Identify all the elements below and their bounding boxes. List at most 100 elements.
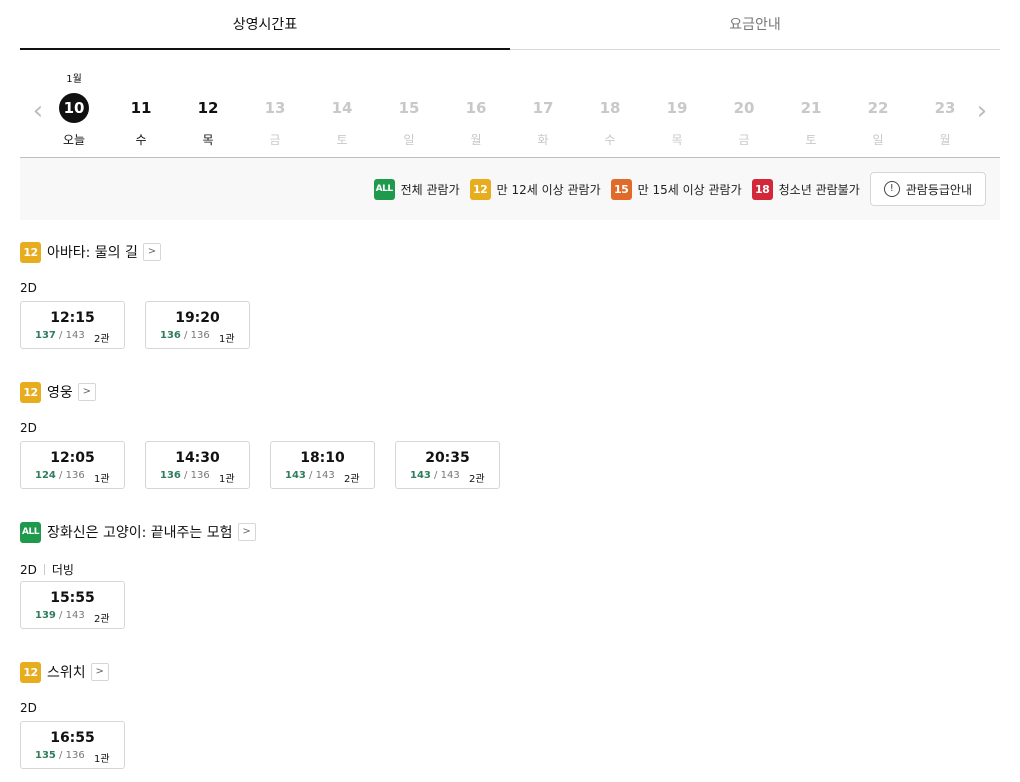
date-number: 14 — [331, 99, 353, 117]
movie-title[interactable]: 영웅 — [47, 382, 73, 402]
weekday-label: 화 — [537, 133, 549, 147]
showtime-button[interactable]: 12:05 124 / 136 1관 — [20, 441, 125, 489]
seat-separator: / — [180, 470, 191, 481]
format-label: 2D — [20, 421, 37, 435]
seat-separator: / — [430, 470, 441, 481]
date-number: 18 — [599, 99, 621, 117]
date-number: 17 — [532, 99, 554, 117]
total-seats: 136 — [190, 470, 210, 481]
rating-12-icon: 12 — [20, 241, 41, 263]
showtime-button[interactable]: 20:35 143 / 143 2관 — [395, 441, 500, 489]
weekday-label: 목 — [671, 133, 683, 147]
seat-separator: / — [55, 330, 66, 341]
movie-section: 12 아바타: 물의 길 >2D 12:15 137 / 143 2관 19:20 136 /… — [20, 241, 1000, 349]
chevron-right-icon[interactable]: > — [142, 243, 161, 261]
screen-format: 2D — [20, 701, 37, 715]
total-seats: 143 — [440, 470, 460, 481]
format-label: 2D — [20, 701, 37, 715]
movie-section: 12 스위치 >2D 16:55 135 / 136 1관 — [20, 661, 1000, 769]
rating-legend-item: ALL 전체 관람가 — [373, 178, 460, 200]
rating-legend: ALL 전체 관람가 12 만 12세 이상 관람가 15 만 15세 이상 관람가 18 청… — [373, 172, 986, 206]
rating-legend-item: 18 청소년 관람불가 — [751, 178, 860, 200]
showtime-button[interactable]: 18:10 143 / 143 2관 — [270, 441, 375, 489]
tab-pricing[interactable]: 요금안내 — [510, 0, 1000, 49]
rating-legend-label: 전체 관람가 — [400, 182, 460, 197]
seat-count: 124 / 136 — [35, 470, 85, 481]
seat-count: 143 / 143 — [285, 470, 335, 481]
movie-title[interactable]: 스위치 — [47, 662, 86, 682]
sub-format-label: 더빙 — [51, 563, 74, 577]
date-item-10[interactable]: 1월 10 오늘 — [44, 62, 104, 158]
weekday-label: 오늘 — [62, 133, 86, 147]
weekday-label: 수 — [135, 133, 147, 147]
weekday-label: 토 — [336, 133, 348, 147]
seat-count: 136 / 136 — [160, 470, 210, 481]
hall-label: 1관 — [219, 474, 235, 485]
date-item-14: 14 토 — [312, 62, 372, 158]
weekday-label: 목 — [202, 133, 214, 147]
format-divider — [43, 564, 45, 575]
date-item-12[interactable]: 12 목 — [178, 62, 238, 158]
hall-label: 2관 — [344, 474, 360, 485]
showtime-button[interactable]: 16:55 135 / 136 1관 — [20, 721, 125, 769]
seat-count: 137 / 143 — [35, 330, 85, 341]
movie-title-row: 12 영웅 > — [20, 381, 1000, 403]
showtime-button[interactable]: 15:55 139 / 143 2관 — [20, 581, 125, 629]
showtime-time: 12:15 — [50, 310, 95, 326]
date-item-21: 21 토 — [781, 62, 841, 158]
weekday-label: 월 — [470, 133, 482, 147]
date-number: 16 — [465, 99, 487, 117]
seat-separator: / — [55, 610, 66, 621]
date-selector: ‹ 1월 10 오늘 11 수 12 목 13 금 14 토 15 일 16 월 17 화 18 수 19 목 20 금 21… — [20, 62, 1000, 158]
movie-section: 12 영웅 >2D 12:05 124 / 136 1관 14:30 136 / 136 1관 1… — [20, 381, 1000, 489]
rating-legend-label: 만 12세 이상 관람가 — [496, 182, 601, 197]
date-item-16: 16 월 — [446, 62, 506, 158]
showtime-button[interactable]: 14:30 136 / 136 1관 — [145, 441, 250, 489]
date-number: 15 — [398, 99, 420, 117]
hall-label: 2관 — [469, 474, 485, 485]
date-item-20: 20 금 — [714, 62, 774, 158]
movie-title-row: ALL 장화신은 고양이: 끝내주는 모험 > — [20, 521, 1000, 543]
month-label: 1월 — [66, 74, 82, 85]
format-label: 2D — [20, 562, 37, 577]
weekday-label: 금 — [269, 133, 281, 147]
movie-title-row: 12 아바타: 물의 길 > — [20, 241, 1000, 263]
hall-label: 2관 — [94, 334, 110, 345]
date-number: 12 — [197, 99, 219, 117]
remaining-seats: 143 — [285, 470, 306, 481]
rating-legend-label: 만 15세 이상 관람가 — [637, 182, 742, 197]
rating-legend-item: 12 만 12세 이상 관람가 — [469, 178, 601, 200]
date-item-17: 17 화 — [513, 62, 573, 158]
seat-separator: / — [180, 330, 191, 341]
rating-12-icon: 12 — [20, 381, 41, 403]
rating-legend-item: 15 만 15세 이상 관람가 — [610, 178, 742, 200]
showtime-time: 18:10 — [300, 450, 345, 466]
format-label: 2D — [20, 281, 37, 295]
chevron-right-icon[interactable]: > — [90, 663, 109, 681]
seat-count: 139 / 143 — [35, 610, 85, 621]
rating-guide-button[interactable]: ! 관람등급안내 — [869, 172, 986, 206]
date-item-19: 19 목 — [647, 62, 707, 158]
chevron-right-icon[interactable]: › — [970, 96, 994, 126]
showtime-time: 14:30 — [175, 450, 220, 466]
showtime-list: 12:15 137 / 143 2관 19:20 136 / 136 1관 — [20, 301, 270, 349]
showtime-time: 16:55 — [50, 730, 95, 746]
rating-legend-bar: ALL 전체 관람가 12 만 12세 이상 관람가 15 만 15세 이상 관람가 18 청… — [20, 158, 1000, 220]
weekday-label: 토 — [805, 133, 817, 147]
showtime-button[interactable]: 12:15 137 / 143 2관 — [20, 301, 125, 349]
screen-format: 2D 더빙 — [20, 561, 74, 578]
showtime-button[interactable]: 19:20 136 / 136 1관 — [145, 301, 250, 349]
date-item-11[interactable]: 11 수 — [111, 62, 171, 158]
date-number: 21 — [800, 99, 822, 117]
chevron-right-icon[interactable]: > — [77, 383, 96, 401]
weekday-label: 금 — [738, 133, 750, 147]
movie-title[interactable]: 아바타: 물의 길 — [47, 242, 138, 262]
movie-title[interactable]: 장화신은 고양이: 끝내주는 모험 — [47, 522, 233, 542]
hall-label: 1관 — [219, 334, 235, 345]
date-number: 11 — [130, 99, 152, 117]
chevron-right-icon[interactable]: > — [237, 523, 256, 541]
tab-showtimes[interactable]: 상영시간표 — [20, 0, 510, 50]
rating-guide-label: 관람등급안내 — [905, 182, 972, 197]
weekday-label: 일 — [403, 133, 415, 147]
total-seats: 136 — [190, 330, 210, 341]
